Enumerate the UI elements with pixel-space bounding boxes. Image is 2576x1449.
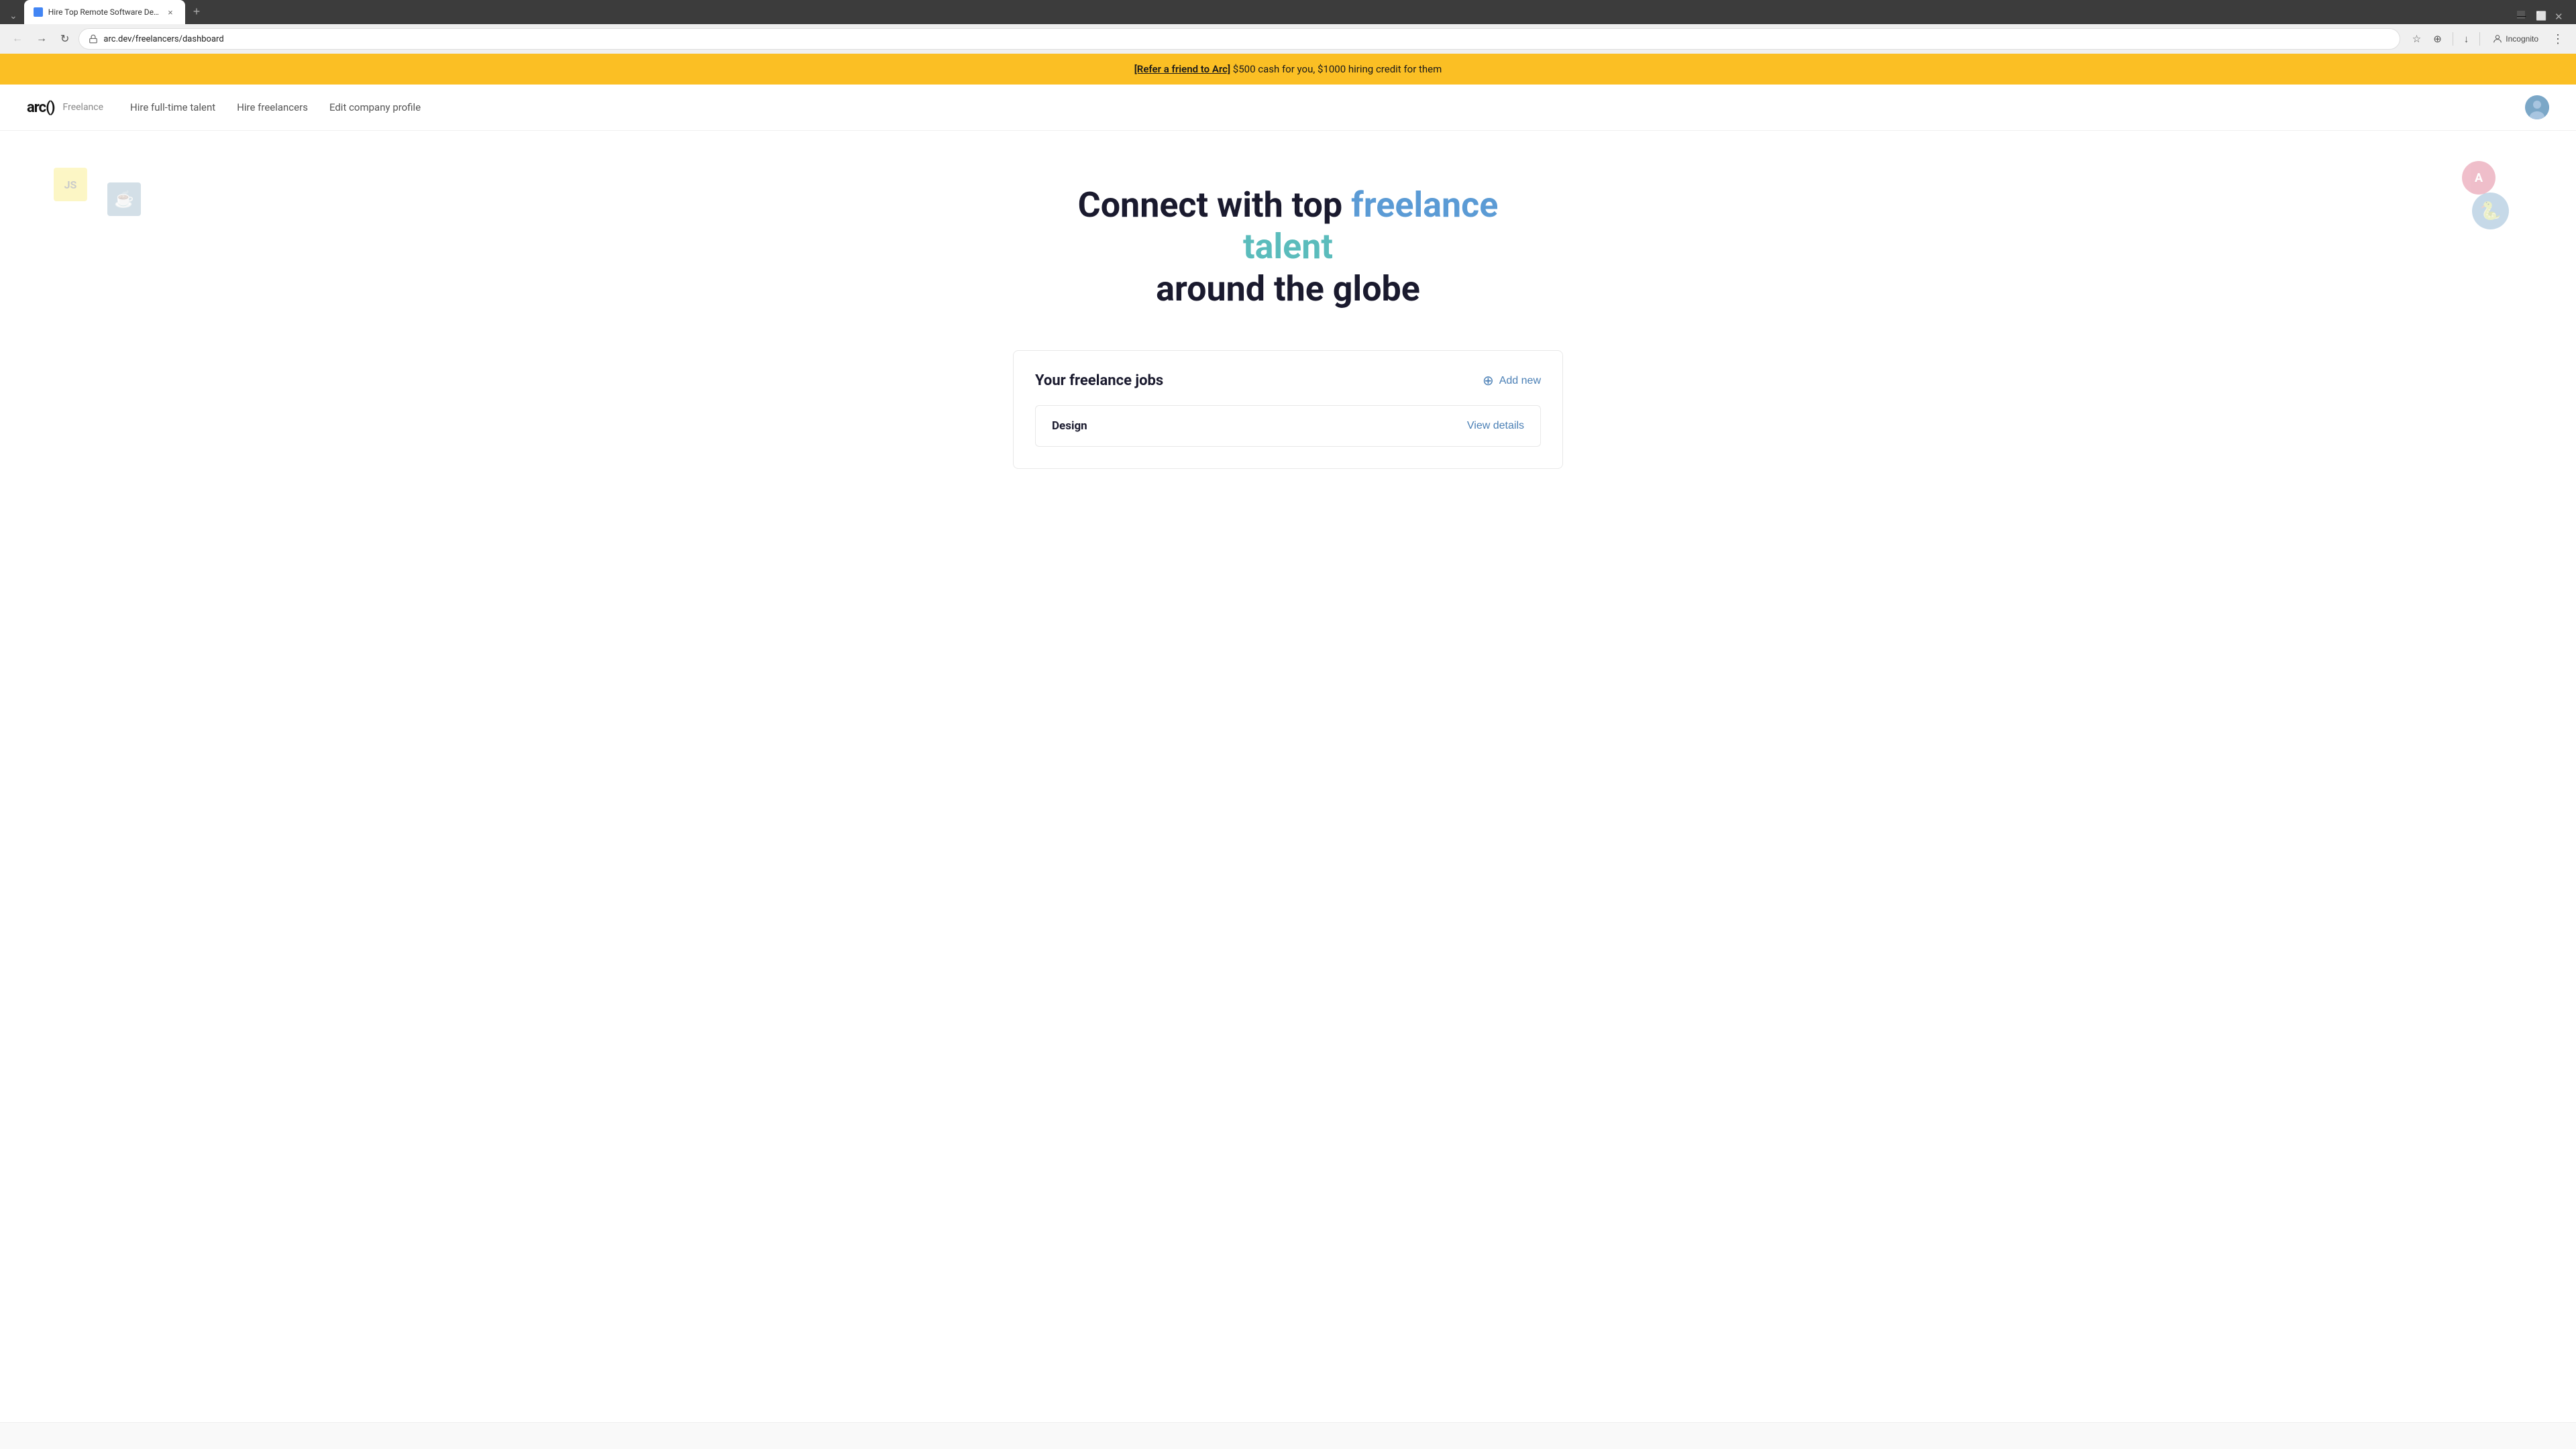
- nav-hire-freelancers[interactable]: Hire freelancers: [237, 101, 308, 113]
- view-details-button[interactable]: View details: [1467, 420, 1524, 432]
- hero-title: Connect with top freelance talent around…: [1053, 184, 1523, 310]
- hero-title-part1: Connect with top: [1078, 184, 1351, 225]
- address-text: arc.dev/freelancers/dashboard: [103, 34, 2390, 44]
- jobs-section: Your freelance jobs ⊕ Add new Design Vie…: [986, 350, 1590, 509]
- close-button[interactable]: ✕: [2555, 11, 2563, 19]
- hero-highlight-freelance: freelance: [1351, 184, 1498, 225]
- navigation-bar: ← → ↻ arc.dev/freelancers/dashboard ☆ ⊕ …: [0, 24, 2576, 54]
- nav-edit-profile[interactable]: Edit company profile: [329, 101, 421, 113]
- site-header: arc() Freelance Hire full-time talent Hi…: [0, 85, 2576, 131]
- job-row: Design View details: [1035, 405, 1541, 447]
- angular-icon: A: [2462, 161, 2496, 195]
- logo-tagline: Freelance: [63, 102, 104, 113]
- footer-bar: [0, 1422, 2576, 1449]
- new-tab-button[interactable]: +: [188, 2, 206, 21]
- avatar-svg: [2525, 95, 2549, 119]
- address-bar[interactable]: arc.dev/freelancers/dashboard: [78, 28, 2400, 50]
- extensions-button[interactable]: ⊕: [2429, 30, 2446, 48]
- tab-bar: ⌄ Hire Top Remote Software Dev... × + — …: [0, 0, 2576, 24]
- page-content: [Refer a friend to Arc] $500 cash for yo…: [0, 54, 2576, 1422]
- jobs-title: Your freelance jobs: [1035, 372, 1163, 389]
- bookmark-button[interactable]: ☆: [2408, 30, 2425, 48]
- nav-right-controls: ☆ ⊕ ↓ Incognito ⋮: [2408, 30, 2568, 49]
- incognito-icon: [2492, 34, 2503, 44]
- nav-hire-fulltime[interactable]: Hire full-time talent: [130, 101, 215, 113]
- download-button[interactable]: ↓: [2460, 31, 2473, 48]
- tab-close-button[interactable]: ×: [165, 6, 176, 19]
- tab-title: Hire Top Remote Software Dev...: [48, 7, 160, 17]
- forward-button[interactable]: →: [32, 30, 51, 48]
- logo-link[interactable]: arc() Freelance: [27, 99, 103, 116]
- user-avatar[interactable]: [2525, 95, 2549, 119]
- add-new-icon: ⊕: [1483, 372, 1494, 389]
- hero-title-around: around the globe: [1156, 268, 1420, 309]
- banner-text: [Refer a friend to Arc] $500 cash for yo…: [1134, 63, 1442, 75]
- tab-dropdown-button[interactable]: ⌄: [5, 7, 21, 24]
- logo-mark: arc(): [27, 99, 55, 116]
- java-icon: ☕: [107, 182, 141, 216]
- job-name: Design: [1052, 419, 1087, 433]
- jobs-card: Your freelance jobs ⊕ Add new Design Vie…: [1013, 350, 1563, 469]
- more-options-button[interactable]: ⋮: [2548, 30, 2568, 49]
- referral-banner: [Refer a friend to Arc] $500 cash for yo…: [0, 54, 2576, 85]
- maximize-button[interactable]: ⬜: [2536, 11, 2544, 19]
- divider2: [2479, 32, 2480, 46]
- refresh-button[interactable]: ↻: [56, 30, 73, 48]
- incognito-label: Incognito: [2506, 34, 2538, 44]
- incognito-button[interactable]: Incognito: [2487, 31, 2544, 47]
- site-nav: Hire full-time talent Hire freelancers E…: [130, 101, 2525, 113]
- lock-icon: [89, 34, 98, 44]
- python-icon: 🐍: [2472, 193, 2509, 229]
- active-tab[interactable]: Hire Top Remote Software Dev... ×: [24, 0, 185, 24]
- add-new-label: Add new: [1499, 375, 1541, 387]
- hero-highlight-talent: talent: [1243, 226, 1333, 267]
- avatar-image: [2525, 95, 2549, 119]
- add-new-button[interactable]: ⊕ Add new: [1483, 372, 1541, 389]
- minimize-button[interactable]: —: [2517, 11, 2525, 19]
- jobs-header: Your freelance jobs ⊕ Add new: [1035, 372, 1541, 389]
- back-button[interactable]: ←: [8, 30, 27, 48]
- browser-chrome: ⌄ Hire Top Remote Software Dev... × + — …: [0, 0, 2576, 54]
- hero-section: JS A ☕ 🐍 Connect with top freelance tale…: [0, 131, 2576, 350]
- banner-message: $500 cash for you, $1000 hiring credit f…: [1230, 63, 1442, 75]
- js-icon: JS: [54, 168, 87, 201]
- referral-link[interactable]: [Refer a friend to Arc]: [1134, 63, 1230, 75]
- tab-favicon: [34, 7, 43, 17]
